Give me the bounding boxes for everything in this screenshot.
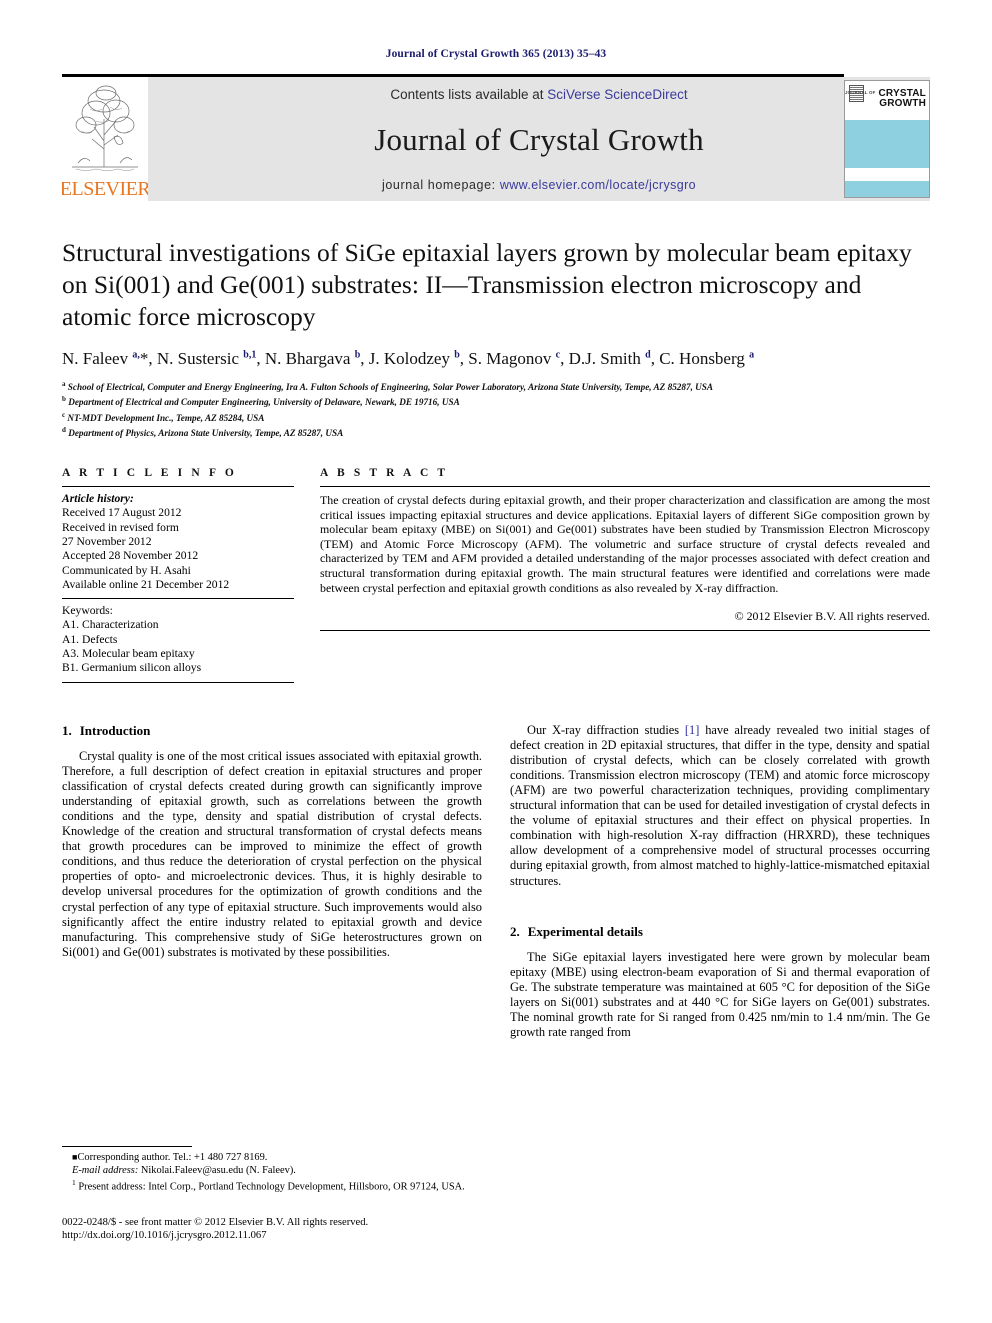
footnote-rule	[62, 1146, 192, 1147]
history-line: 27 November 2012	[62, 534, 152, 548]
footnote-corresponding-author: ■Corresponding author. Tel.: +1 480 727 …	[62, 1151, 482, 1165]
history-line: Communicated by H. Asahi	[62, 563, 191, 577]
body-columns: 1. Introduction Crystal quality is one of…	[62, 723, 930, 1052]
info-abstract-region: A R T I C L E I N F O Article history: R…	[62, 467, 930, 683]
affiliation-item: c NT-MDT Development Inc., Tempe, AZ 852…	[62, 409, 930, 424]
cover-band-white	[845, 168, 929, 181]
cover-title-line2: GROWTH	[879, 98, 926, 110]
cover-title: JOURNAL OF CRYSTAL GROWTH	[845, 88, 926, 110]
affiliation-text: Department of Physics, Arizona State Uni…	[68, 427, 344, 438]
section-heading-experimental: 2. Experimental details	[510, 924, 930, 940]
history-line: Received 17 August 2012	[62, 506, 182, 520]
footnote-present-address: 1 Present address: Intel Corp., Portland…	[62, 1177, 482, 1194]
copyright-line: © 2012 Elsevier B.V. All rights reserved…	[734, 609, 930, 624]
affiliation-item: b Department of Electrical and Computer …	[62, 393, 930, 408]
contents-prefix: Contents lists available at	[390, 87, 548, 102]
keywords-block: Keywords: A1. Characterization A1. Defec…	[62, 599, 294, 675]
imprint-front-matter: 0022-0248/$ - see front matter © 2012 El…	[62, 1217, 369, 1228]
keyword-item: A3. Molecular beam epitaxy	[62, 647, 195, 661]
paragraph-intro-continued: Our X-ray diffraction studies [1] have a…	[510, 723, 930, 889]
abstract-text: The creation of crystal defects during e…	[320, 493, 930, 595]
paragraph-text-post: have already revealed two initial stages…	[510, 722, 930, 888]
footnote-corresponding-text: Corresponding author. Tel.: +1 480 727 8…	[77, 1152, 268, 1163]
page-title: Structural investigations of SiGe epitax…	[62, 238, 912, 331]
affiliation-text: Department of Electrical and Computer En…	[68, 397, 460, 408]
article-page: Journal of Crystal Growth 365 (2013) 35–…	[0, 0, 992, 1323]
article-history-label: Article history:	[62, 492, 134, 506]
citation-reference[interactable]: [1]	[685, 723, 699, 737]
present-address-text: Present address: Intel Corp., Portland T…	[78, 1181, 465, 1193]
affiliation-list: a School of Electrical, Computer and Ene…	[62, 378, 930, 439]
article-history: Article history: Received 17 August 2012…	[62, 487, 294, 592]
contents-available-line: Contents lists available at SciVerse Sci…	[390, 87, 687, 102]
section-number: 2.	[510, 923, 520, 939]
cover-band-secondary	[845, 181, 929, 197]
cover-pre-label: JOURNAL OF	[845, 90, 876, 95]
affiliation-text: NT-MDT Development Inc., Tempe, AZ 85284…	[67, 412, 265, 423]
email-label: E-mail address:	[72, 1164, 139, 1176]
article-info-rule-bottom	[62, 681, 294, 683]
footnote-email: E-mail address: Nikolai.Faleev@asu.edu (…	[62, 1165, 482, 1178]
journal-cover-thumbnail: JOURNAL OF CRYSTAL GROWTH	[844, 80, 930, 198]
section-title: Introduction	[79, 722, 151, 738]
masthead-center: Contents lists available at SciVerse Sci…	[148, 77, 930, 201]
email-value[interactable]: Nikolai.Faleev@asu.edu (N. Faleev).	[141, 1165, 296, 1176]
abstract-rule-bottom	[320, 630, 930, 632]
history-line: Received in revised form	[62, 520, 179, 534]
affiliation-marker: d	[62, 425, 66, 434]
history-line: Accepted 28 November 2012	[62, 549, 199, 563]
abstract-column: A B S T R A C T The creation of crystal …	[320, 467, 930, 683]
journal-name: Journal of Crystal Growth	[374, 122, 704, 157]
homepage-prefix: journal homepage:	[381, 178, 500, 192]
imprint-doi[interactable]: http://dx.doi.org/10.1016/j.jcrysgro.201…	[62, 1229, 492, 1242]
cover-band-primary	[845, 120, 929, 168]
journal-homepage-link[interactable]: www.elsevier.com/locate/jcrysgro	[500, 178, 696, 192]
keywords-label: Keywords:	[62, 604, 113, 618]
body-column-left: 1. Introduction Crystal quality is one of…	[62, 723, 482, 1052]
body-column-right: Our X-ray diffraction studies [1] have a…	[510, 723, 930, 1052]
keyword-item: A1. Characterization	[62, 618, 159, 632]
history-line: Available online 21 December 2012	[62, 577, 230, 591]
section-heading-introduction: 1. Introduction	[62, 723, 482, 739]
abstract-heading: A B S T R A C T	[320, 467, 449, 480]
cover-header: JOURNAL OF CRYSTAL GROWTH	[845, 81, 929, 120]
article-info-column: A R T I C L E I N F O Article history: R…	[62, 467, 294, 683]
keyword-item: A1. Defects	[62, 632, 118, 646]
footnote-block: ■Corresponding author. Tel.: +1 480 727 …	[62, 1146, 482, 1194]
elsevier-wordmark: ELSEVIER	[62, 178, 148, 200]
elsevier-logo: ELSEVIER	[62, 77, 148, 201]
paragraph-experimental: The SiGe epitaxial layers investigated h…	[510, 949, 930, 1040]
journal-homepage-line: journal homepage: www.elsevier.com/locat…	[382, 178, 696, 192]
affiliation-marker: c	[62, 410, 66, 419]
article-info-heading: A R T I C L E I N F O	[62, 467, 237, 480]
running-head: Journal of Crystal Growth 365 (2013) 35–…	[385, 48, 607, 60]
affiliation-item: a School of Electrical, Computer and Ene…	[62, 378, 930, 393]
sciencedirect-link[interactable]: SciVerse ScienceDirect	[547, 87, 687, 102]
title-block: Structural investigations of SiGe epitax…	[62, 237, 930, 439]
imprint-block: 0022-0248/$ - see front matter © 2012 El…	[62, 1216, 492, 1242]
journal-masthead: ELSEVIER Contents lists available at Sci…	[62, 74, 930, 201]
cover-title-line1: CRYSTAL	[878, 87, 926, 99]
affiliation-marker: a	[62, 380, 66, 388]
footnote-marker: 1	[72, 1178, 76, 1188]
keyword-item: B1. Germanium silicon alloys	[62, 661, 202, 675]
elsevier-tree-icon	[72, 85, 138, 171]
affiliation-item: d Department of Physics, Arizona State U…	[62, 424, 930, 439]
paragraph-text-pre: Our X-ray diffraction studies	[527, 722, 685, 737]
affiliation-text: School of Electrical, Computer and Energ…	[67, 382, 714, 393]
affiliation-marker: b	[62, 395, 66, 404]
section-number: 1.	[62, 722, 72, 738]
paragraph-intro: Crystal quality is one of the most criti…	[62, 748, 482, 959]
section-title: Experimental details	[527, 923, 643, 939]
author-list: N. Faleev a,*, N. Sustersic b,1, N. Bhar…	[62, 349, 755, 368]
